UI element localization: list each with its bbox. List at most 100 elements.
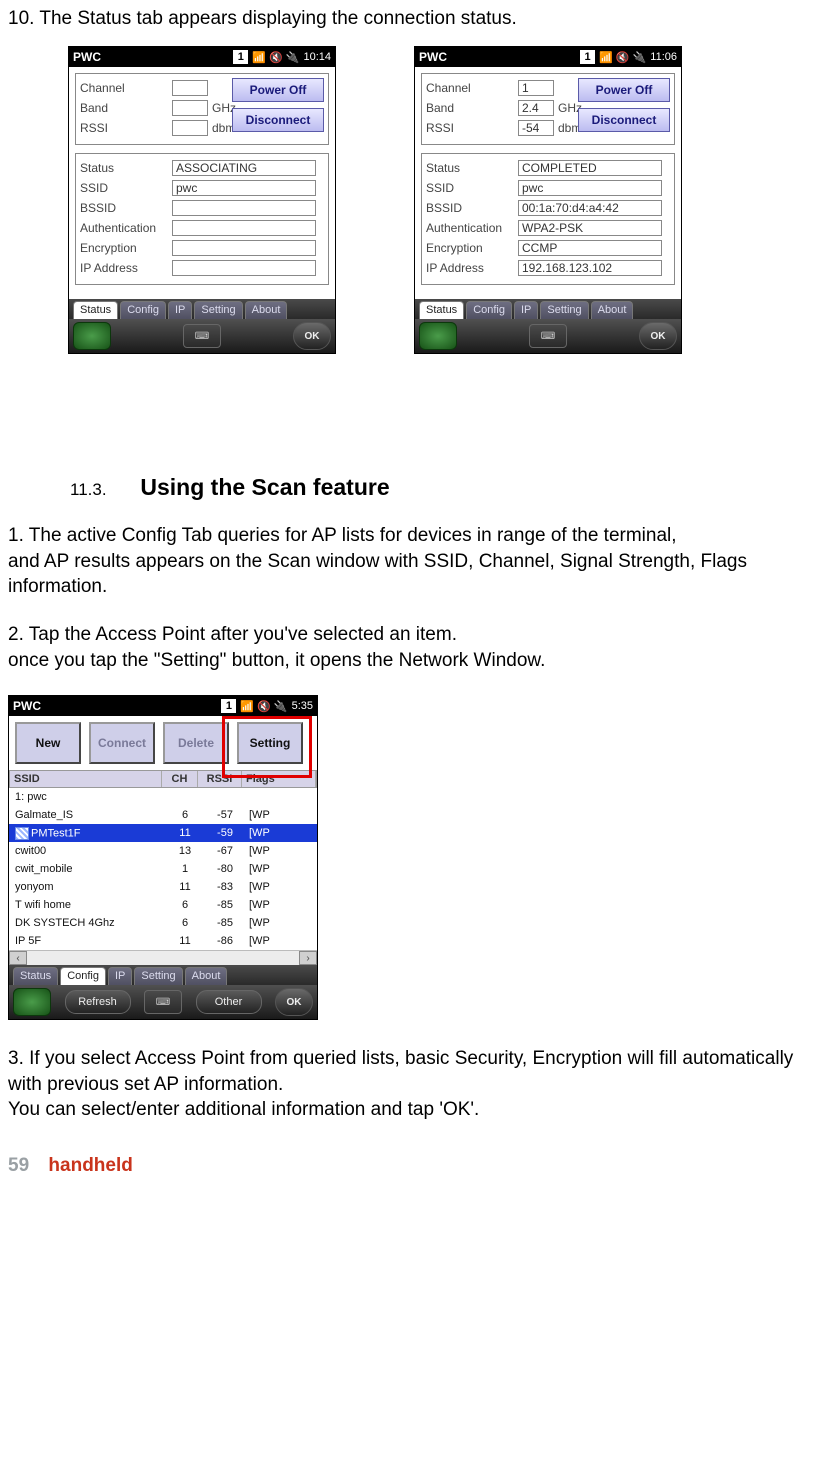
disconnect-button[interactable]: Disconnect xyxy=(232,108,324,132)
status-icons: 📶 🔇 🔌 xyxy=(599,51,646,64)
status-panel: StatusASSOCIATING SSIDpwc BSSID Authenti… xyxy=(75,153,329,285)
softkey-bar: ⌨ OK xyxy=(69,319,335,353)
cell-rssi: -57 xyxy=(203,809,247,821)
table-row[interactable]: DK SYSTECH 4Ghz6-85[WP xyxy=(9,914,317,932)
tab-config[interactable]: Config xyxy=(60,967,106,985)
cell-flags: [WP xyxy=(247,827,317,839)
tab-ip[interactable]: IP xyxy=(108,967,132,985)
header-ch[interactable]: CH xyxy=(162,771,198,787)
scroll-right-icon[interactable]: › xyxy=(299,951,317,965)
field-band xyxy=(172,100,208,116)
step-10-text: 10. The Status tab appears displaying th… xyxy=(8,8,817,30)
titlebar: PWC 1 📶 🔇 🔌 10:14 xyxy=(69,47,335,67)
tab-config[interactable]: Config xyxy=(120,301,166,319)
tab-status[interactable]: Status xyxy=(419,301,464,319)
tab-about[interactable]: About xyxy=(591,301,634,319)
field-ip xyxy=(172,260,316,276)
table-row[interactable]: Galmate_IS6-57[WP xyxy=(9,806,317,824)
power-off-button[interactable]: Power Off xyxy=(232,78,324,102)
label-enc: Encryption xyxy=(80,241,172,255)
start-button[interactable] xyxy=(73,322,111,350)
tab-about[interactable]: About xyxy=(245,301,288,319)
field-rssi xyxy=(172,120,208,136)
start-button[interactable] xyxy=(13,988,51,1016)
tab-setting[interactable]: Setting xyxy=(540,301,588,319)
cell-ch: 11 xyxy=(167,881,203,893)
ok-button[interactable]: OK xyxy=(639,322,677,350)
tab-ip[interactable]: IP xyxy=(514,301,538,319)
keyboard-button[interactable]: ⌨ xyxy=(183,324,221,348)
start-button[interactable] xyxy=(419,322,457,350)
other-button[interactable]: Other xyxy=(196,990,262,1014)
field-enc: CCMP xyxy=(518,240,662,256)
clock: 11:06 xyxy=(650,51,677,63)
label-band: Band xyxy=(426,101,518,115)
keyboard-button[interactable]: ⌨ xyxy=(144,990,182,1014)
cell-flags: [WP xyxy=(247,935,317,947)
new-button[interactable]: New xyxy=(15,722,81,764)
label-ssid: SSID xyxy=(80,181,172,195)
clock: 5:35 xyxy=(292,700,313,712)
softkey-bar: Refresh ⌨ Other OK xyxy=(9,985,317,1019)
disconnect-button[interactable]: Disconnect xyxy=(578,108,670,132)
keyboard-button[interactable]: ⌨ xyxy=(529,324,567,348)
power-off-button[interactable]: Power Off xyxy=(578,78,670,102)
table-row[interactable]: IP 5F11-86[WP xyxy=(9,932,317,950)
cell-flags: [WP xyxy=(247,845,317,857)
table-row[interactable]: PMTest1F11-59[WP xyxy=(9,824,317,842)
cell-flags: [WP xyxy=(247,917,317,929)
connect-button[interactable]: Connect xyxy=(89,722,155,764)
tab-status[interactable]: Status xyxy=(13,967,58,985)
tab-config[interactable]: Config xyxy=(466,301,512,319)
tab-setting[interactable]: Setting xyxy=(194,301,242,319)
label-ip: IP Address xyxy=(80,261,172,275)
field-ssid: pwc xyxy=(518,180,662,196)
ok-button[interactable]: OK xyxy=(275,988,313,1016)
cell-ch: 6 xyxy=(167,899,203,911)
cell-rssi: -80 xyxy=(203,863,247,875)
status-icons: 📶 🔇 🔌 xyxy=(240,700,287,713)
field-channel xyxy=(172,80,208,96)
field-ssid: pwc xyxy=(172,180,316,196)
field-ip: 192.168.123.102 xyxy=(518,260,662,276)
tab-about[interactable]: About xyxy=(185,967,228,985)
label-channel: Channel xyxy=(80,81,172,95)
app-title: PWC xyxy=(73,50,101,64)
cell-ssid: yonyom xyxy=(15,881,54,893)
radio-panel: Power Off Disconnect Channel BandGHz RSS… xyxy=(75,73,329,145)
table-row[interactable]: T wifi home6-85[WP xyxy=(9,896,317,914)
field-status: ASSOCIATING xyxy=(172,160,316,176)
para-1: 1. The active Config Tab queries for AP … xyxy=(8,523,817,600)
cell-ssid: IP 5F xyxy=(15,935,41,947)
label-auth: Authentication xyxy=(426,221,518,235)
ok-button[interactable]: OK xyxy=(293,322,331,350)
cell-rssi: -86 xyxy=(203,935,247,947)
field-bssid xyxy=(172,200,316,216)
label-rssi: RSSI xyxy=(80,121,172,135)
delete-button[interactable]: Delete xyxy=(163,722,229,764)
tab-bar: Status Config IP Setting About xyxy=(9,965,317,985)
scroll-left-icon[interactable]: ‹ xyxy=(9,951,27,965)
field-auth xyxy=(172,220,316,236)
tab-setting[interactable]: Setting xyxy=(134,967,182,985)
refresh-button[interactable]: Refresh xyxy=(65,990,131,1014)
header-ssid[interactable]: SSID xyxy=(10,771,162,787)
tab-bar: Status Config IP Setting About xyxy=(69,299,335,319)
cell-flags: [WP xyxy=(247,881,317,893)
page-number: 59 xyxy=(8,1155,29,1176)
table-row[interactable]: cwit_mobile1-80[WP xyxy=(9,860,317,878)
table-row[interactable]: yonyom11-83[WP xyxy=(9,878,317,896)
device-left: PWC 1 📶 🔇 🔌 10:14 Power Off Disconnect C… xyxy=(68,46,336,354)
clock: 10:14 xyxy=(303,51,331,63)
h-scrollbar[interactable]: ‹ › xyxy=(9,950,317,965)
cell-ssid: 1: pwc xyxy=(15,791,47,803)
status-panel: StatusCOMPLETED SSIDpwc BSSID00:1a:70:d4… xyxy=(421,153,675,285)
para-3-line-b: You can select/enter additional informat… xyxy=(8,1099,479,1120)
cell-rssi: -59 xyxy=(203,827,247,839)
label-enc: Encryption xyxy=(426,241,518,255)
tab-ip[interactable]: IP xyxy=(168,301,192,319)
titlebar: PWC 1 📶 🔇 🔌 11:06 xyxy=(415,47,681,67)
tab-status[interactable]: Status xyxy=(73,301,118,319)
table-row[interactable]: 1: pwc xyxy=(9,788,317,806)
table-row[interactable]: cwit0013-67[WP xyxy=(9,842,317,860)
